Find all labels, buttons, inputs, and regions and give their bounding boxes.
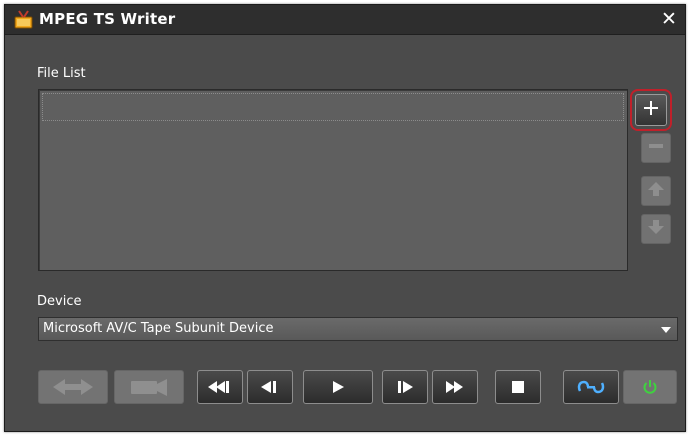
window-title: MPEG TS Writer — [39, 10, 176, 28]
capture-arrows-icon — [51, 377, 95, 397]
play-button[interactable] — [303, 370, 373, 404]
power-button[interactable] — [623, 370, 677, 404]
file-list-label: File List — [37, 66, 86, 81]
power-icon — [642, 379, 658, 395]
arrow-down-icon — [647, 218, 665, 240]
move-up-button[interactable] — [641, 176, 671, 206]
add-file-button[interactable] — [635, 94, 667, 126]
mpeg-ts-writer-dialog: MPEG TS Writer ✕ File List Device Micros… — [4, 4, 686, 432]
close-icon[interactable]: ✕ — [659, 8, 679, 30]
chevron-down-icon — [661, 327, 671, 333]
connection-settings-button[interactable] — [563, 370, 619, 404]
device-label: Device — [37, 294, 82, 309]
device-dropdown[interactable]: Microsoft AV/C Tape Subunit Device — [38, 317, 678, 341]
move-down-button[interactable] — [641, 214, 671, 244]
connection-settings-icon — [576, 379, 606, 395]
frame-back-icon — [259, 380, 281, 394]
minus-icon — [647, 137, 665, 159]
frame-forward-button[interactable] — [382, 370, 428, 404]
stop-button[interactable] — [495, 370, 541, 404]
fast-rewind-icon — [207, 380, 233, 394]
arrow-up-icon — [647, 180, 665, 202]
camera-button[interactable] — [114, 370, 184, 404]
play-icon — [331, 380, 345, 394]
device-selected-value: Microsoft AV/C Tape Subunit Device — [43, 321, 274, 336]
frame-forward-icon — [394, 380, 416, 394]
fast-forward-button[interactable] — [432, 370, 478, 404]
plus-icon — [642, 99, 660, 121]
remove-file-button[interactable] — [641, 133, 671, 163]
stop-icon — [511, 380, 525, 394]
file-list-row[interactable] — [42, 93, 624, 121]
fast-forward-icon — [442, 380, 468, 394]
title-bar[interactable]: MPEG TS Writer ✕ — [5, 5, 685, 35]
capture-button[interactable] — [38, 370, 108, 404]
fast-rewind-button[interactable] — [197, 370, 243, 404]
frame-back-button[interactable] — [247, 370, 293, 404]
app-icon — [13, 9, 35, 31]
file-list[interactable] — [38, 89, 628, 271]
camera-icon — [127, 376, 171, 398]
